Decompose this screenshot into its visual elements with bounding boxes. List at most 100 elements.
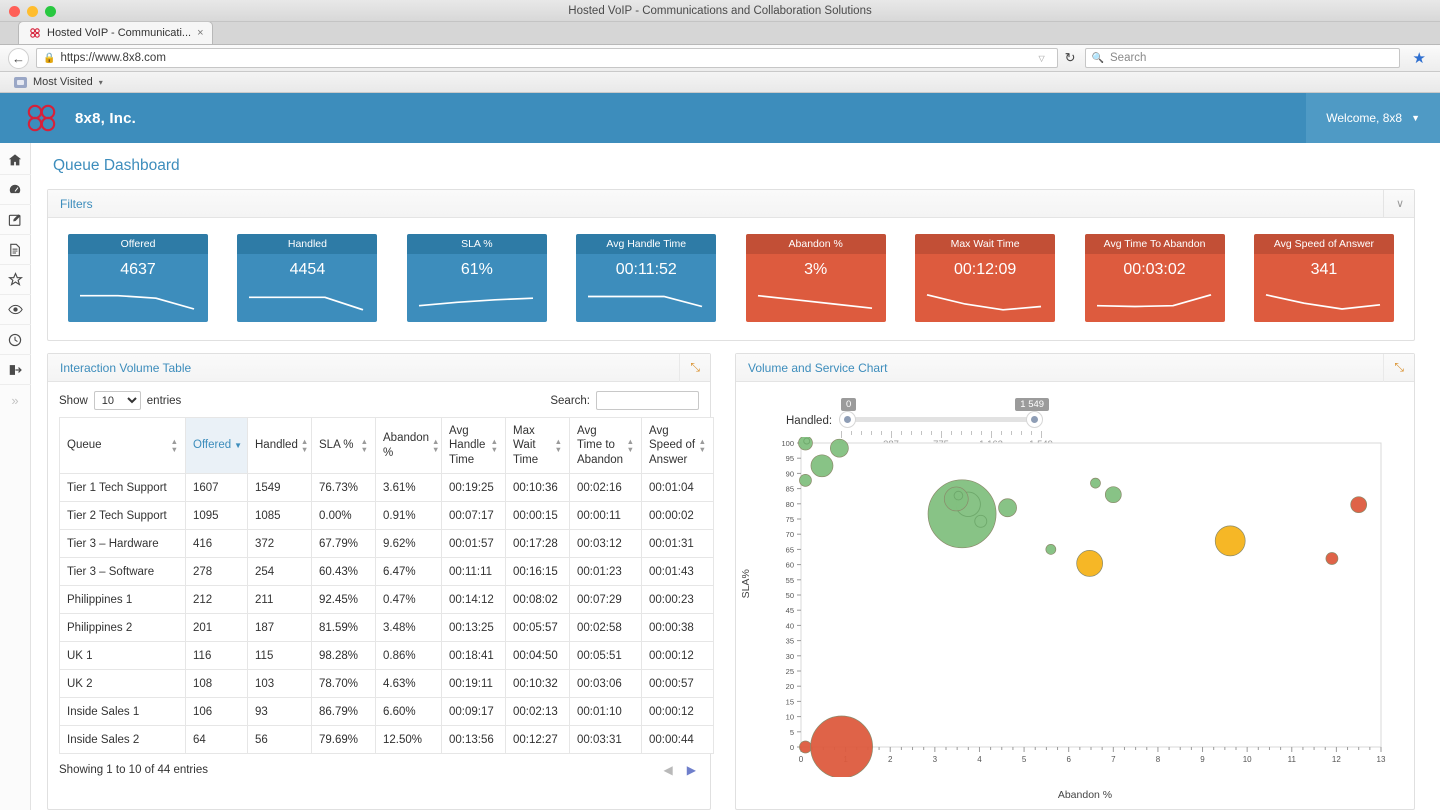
kpi-body: 00:11:52 [576,254,717,322]
chart-bubble[interactable] [1325,552,1339,565]
table-row[interactable]: UK 2 108 103 78.70% 4.63% 00:19:11 00:10:32 00:… [59,669,714,699]
sidebar-item-edit[interactable] [0,205,31,235]
maximize-window-button[interactable] [45,6,56,17]
slider-track[interactable] [847,417,1036,422]
slider-min-value: 0 [841,398,857,411]
brand[interactable]: 8x8, Inc. [22,103,136,133]
browser-search-bar[interactable]: 🔍 Search [1084,48,1400,68]
chart-bubble[interactable] [1045,544,1057,555]
cell-sla: 81.59% [311,613,376,643]
table-row[interactable]: Philippines 1 212 211 92.45% 0.47% 00:14:12 00… [59,585,714,615]
chart-bubble[interactable] [1104,486,1122,504]
table-column-header[interactable]: SLA % ▲ ▼ [311,416,376,475]
close-window-button[interactable] [9,6,20,17]
sidebar-item-monitor[interactable] [0,295,31,325]
cell-handled: 211 [247,585,312,615]
cell-abandon: 6.60% [375,697,442,727]
x-tick-label: 9 [1200,755,1205,764]
cell-avg-time-to-abandon: 00:01:10 [569,697,642,727]
kpi-value: 61% [460,261,493,278]
sidebar-item-documents[interactable] [0,235,31,265]
chevron-down-icon: ▼ [1411,113,1420,123]
table-column-header[interactable]: Avg Time to Abandon ▲ ▼ [569,416,642,475]
table-column-label: SLA % [319,439,354,452]
chart-bubble[interactable] [799,740,812,754]
cell-avg-speed-of-answer: 00:00:44 [641,725,714,755]
sidebar-item-favorites[interactable] [0,265,31,295]
previous-page-button[interactable]: ◀ [664,763,673,777]
expand-icon[interactable]: ⤡ [1383,353,1404,382]
chart-bubble[interactable] [1090,477,1101,489]
chart-bubble[interactable] [810,454,834,478]
slider-handle-min[interactable] [839,411,857,428]
table-row[interactable]: Tier 3 – Hardware 416 372 67.79% 9.62% 00:01:… [59,529,714,559]
chevron-down-icon[interactable]: ▾ [99,78,103,87]
app-root: 8x8, Inc. Welcome, 8x8 ▼ » Queue Dashboa… [0,93,1440,810]
kpi-sparkline [249,296,364,311]
url-bar[interactable]: 🔒 https://www.8x8.com ▽ [36,48,1058,68]
table-row[interactable]: Tier 2 Tech Support 1095 1085 0.00% 0.91% 00:… [59,501,714,531]
table-controls: Show 102550100 entries Search: [48,382,710,417]
y-tick-label: 85 [786,485,794,494]
sidebar-expand-toggle[interactable]: » [0,385,31,415]
entries-per-page-select[interactable]: 102550100 [93,391,141,410]
chart-bubble[interactable] [1350,496,1368,514]
sidebar-item-history[interactable] [0,325,31,355]
cell-queue: Inside Sales 1 [59,697,186,727]
url-text: https://www.8x8.com [60,52,166,64]
chart-bubble[interactable] [830,438,849,458]
reload-button[interactable]: ↻ [1065,50,1078,66]
next-page-button[interactable]: ▶ [687,763,696,777]
table-column-header[interactable]: Handled ▲ ▼ [247,416,312,475]
filters-panel-header[interactable]: Filters ∨ [48,189,1414,218]
chart-bubble[interactable] [1076,550,1104,577]
chart-bubble[interactable] [998,498,1017,518]
bookmark-most-visited[interactable]: Most Visited [33,76,93,88]
x-axis-title: Abandon % [1057,789,1113,801]
table-row[interactable]: UK 1 116 115 98.28% 0.86% 00:18:41 00:04:50 00:… [59,641,714,671]
table-search-input[interactable] [596,391,699,410]
url-dropdown-icon[interactable]: ▽ [1038,54,1050,63]
sidebar-item-dashboard[interactable] [0,175,31,205]
app-body: » Queue Dashboard Filters ∨ Offered 4637 H… [0,143,1440,810]
chevron-down-icon[interactable]: ∨ [1382,189,1404,218]
page-title: Queue Dashboard [53,157,180,174]
table-column-header[interactable]: Avg Handle Time ▲ ▼ [441,416,506,475]
table-column-header[interactable]: Abandon % ▲ ▼ [375,416,442,475]
welcome-menu[interactable]: Welcome, 8x8 ▼ [1306,93,1440,143]
table-row[interactable]: Tier 3 – Software 278 254 60.43% 6.47% 00:11:… [59,557,714,587]
cell-queue: Philippines 1 [59,585,186,615]
bookmark-star-icon[interactable]: ★ [1407,49,1432,67]
sidebar-item-home[interactable] [0,145,31,175]
chart-bubble[interactable] [799,474,812,487]
table-row[interactable]: Philippines 2 201 187 81.59% 3.48% 00:13:25 00… [59,613,714,643]
table-column-header[interactable]: Avg Speed of Answer ▲ ▼ [641,416,714,475]
table-row[interactable]: Inside Sales 2 64 56 79.69% 12.50% 00:13:56 00… [59,725,714,755]
cell-handled: 1085 [247,501,312,531]
table-column-header[interactable]: Queue ▲ ▼ [59,416,186,475]
y-tick-label: 15 [786,697,794,706]
table-header-row: Queue ▲ ▼ Offered ▼ Handled ▲ ▼ SLA % ▲ ▼ Abandon %… [59,416,714,475]
filters-panel: Filters ∨ Offered 4637 Handled 4454 SLA % 61%… [47,189,1415,341]
expand-icon[interactable]: ⤡ [679,353,700,382]
sidebar-item-logout[interactable] [0,355,31,385]
close-tab-icon[interactable]: × [197,27,203,39]
dashboard-gauge-icon [9,184,21,193]
kpi-body: 00:03:02 [1084,254,1225,322]
table-row[interactable]: Tier 1 Tech Support 1607 1549 76.73% 3.61% 00… [59,473,714,503]
main-content: Queue Dashboard Filters ∨ Offered 4637 Han… [31,143,1440,810]
browser-tab[interactable]: Hosted VoIP - Communicati... × [18,21,213,44]
chart-bubble[interactable] [1214,525,1246,557]
handled-filter-row: Handled: 0 1 549 03877751 1621 549 [748,394,1402,450]
window-traffic-lights[interactable] [9,6,56,17]
cell-sla: 76.73% [311,473,376,503]
kpi-sparkline [588,295,703,308]
back-button[interactable]: ← [8,47,29,69]
table-column-header[interactable]: Max Wait Time ▲ ▼ [505,416,570,475]
slider-handle-max[interactable] [1026,411,1044,428]
minimize-window-button[interactable] [27,6,38,17]
table-column-header[interactable]: Offered ▼ [185,416,248,475]
chart-bubble[interactable] [810,715,873,779]
cell-abandon: 12.50% [375,725,442,755]
table-row[interactable]: Inside Sales 1 106 93 86.79% 6.60% 00:09:17 00… [59,697,714,727]
